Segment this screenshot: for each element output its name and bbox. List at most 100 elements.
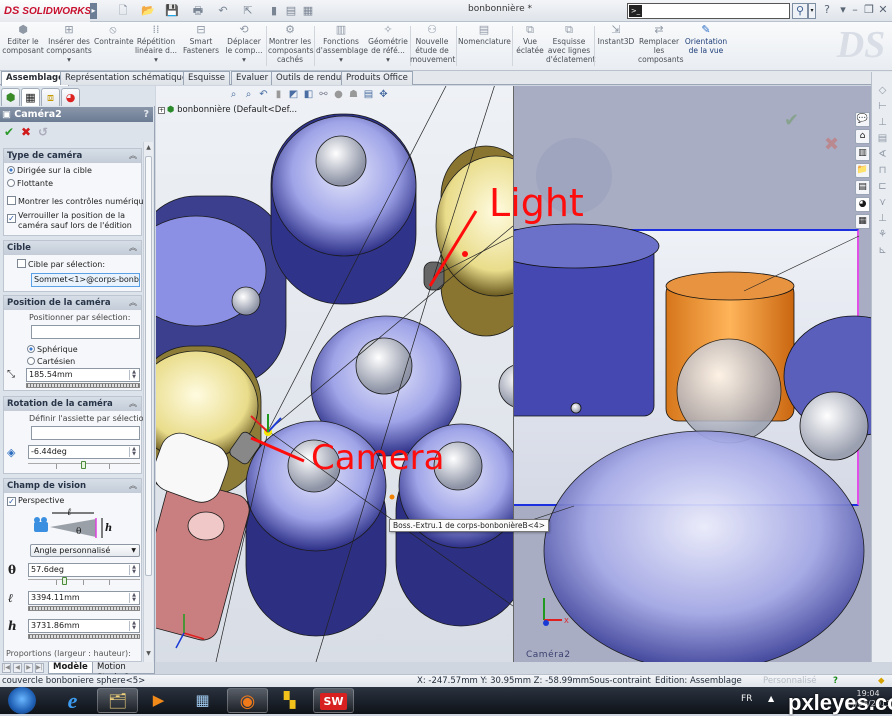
viewport-close-icon[interactable]: ✕ bbox=[850, 86, 860, 91]
radio-button[interactable] bbox=[7, 166, 15, 174]
taskbar-media-player[interactable]: ▶ bbox=[138, 688, 179, 713]
taskbar-yellow-app[interactable]: ▚ bbox=[269, 688, 310, 713]
tag-icon[interactable]: ◆ bbox=[878, 675, 885, 687]
radio-aimed-at-target[interactable]: Dirigée sur la cible bbox=[7, 166, 92, 176]
instant3d-button[interactable]: ⇲ Instant3D bbox=[596, 24, 636, 47]
replace-components-button[interactable]: ⇄ Remplacer les composants bbox=[638, 24, 683, 65]
feature-manager-tab-icon[interactable]: ⬢ bbox=[1, 88, 20, 106]
file-properties-icon[interactable]: ▤ bbox=[283, 3, 299, 19]
roll-selection-field[interactable] bbox=[31, 426, 140, 440]
group-header[interactable]: Champ de vision ︽ bbox=[4, 479, 141, 493]
zoom-to-area-icon[interactable]: ⌕ bbox=[243, 88, 254, 102]
prev-tab-icon[interactable]: ◀ bbox=[13, 663, 22, 673]
ok-button[interactable]: ✔ bbox=[4, 125, 14, 139]
group-header[interactable]: Position de la caméra ︽ bbox=[4, 296, 141, 310]
restore-icon[interactable]: ❐ bbox=[862, 3, 876, 17]
show-hidden-tray-icon[interactable]: ▲ bbox=[768, 694, 774, 703]
display-relations-icon[interactable]: ⚘ bbox=[876, 228, 889, 241]
camera-viewport[interactable]: X ✔ ✖ ◫ ◨ _ ❐ ✕ Caméra2 bbox=[513, 86, 871, 662]
tab-model[interactable]: Modèle bbox=[48, 662, 93, 674]
collapse-icon[interactable]: ︽ bbox=[129, 241, 137, 255]
edit-component-button[interactable]: ⬢ Editer le composant bbox=[2, 24, 44, 56]
file-explorer-icon[interactable]: 📁 bbox=[855, 163, 870, 178]
group-header[interactable]: Rotation de la caméra ︽ bbox=[4, 397, 141, 411]
tab-assemblage[interactable]: Assemblage bbox=[1, 71, 69, 86]
confirm-cancel-icon[interactable]: ✖ bbox=[824, 134, 839, 155]
hide-show-items-icon[interactable]: ⚯ bbox=[318, 88, 329, 102]
bom-button[interactable]: ▤ Nomenclature bbox=[458, 24, 511, 47]
slider-knob[interactable] bbox=[81, 461, 86, 469]
undo-icon[interactable]: ↶ bbox=[215, 3, 231, 19]
theta-slider[interactable] bbox=[28, 577, 140, 586]
h-height-field[interactable]: 3731.86mm ▲ ▼ bbox=[28, 619, 140, 633]
feature-tree-root[interactable]: + ⬢ bonbonnière (Default<Def... bbox=[158, 105, 297, 115]
start-button[interactable] bbox=[8, 687, 36, 714]
show-hidden-components-button[interactable]: ⚙ Montrer les composants cachés bbox=[268, 24, 313, 65]
view-orientation-button[interactable]: ✎ Orientation de la vue bbox=[684, 24, 728, 56]
zoom-to-fit-icon[interactable]: ⌕ bbox=[228, 88, 239, 102]
search-dropdown[interactable]: ▾ bbox=[808, 3, 816, 19]
insert-components-button[interactable]: ⊞ Insérer des composants ▾ bbox=[46, 24, 92, 65]
group-header[interactable]: Cible ︽ bbox=[4, 241, 141, 255]
checkbox[interactable] bbox=[17, 259, 26, 268]
new-motion-study-button[interactable]: ⚇ Nouvelle étude de mouvement bbox=[410, 24, 455, 65]
assembly-features-button[interactable]: ▥ Fonctions d'assemblage ▾ bbox=[316, 24, 368, 65]
checkbox-lock-camera-position[interactable]: ✓ Verrouiller la position de la caméra sa… bbox=[7, 211, 137, 231]
checkbox[interactable]: ✓ bbox=[7, 497, 16, 506]
smart-fasteners-button[interactable]: ⊟ Smart Fasteners bbox=[182, 24, 220, 56]
configuration-manager-tab-icon[interactable]: ⧈ bbox=[41, 88, 60, 106]
cancel-button[interactable]: ✖ bbox=[21, 125, 31, 139]
expand-icon[interactable]: + bbox=[158, 107, 165, 114]
move-icon[interactable]: ✥ bbox=[378, 88, 389, 102]
tab-produits-office[interactable]: Produits Office bbox=[341, 71, 413, 85]
split-horizontal-icon[interactable]: ◫ bbox=[790, 86, 800, 91]
tab-representation-schematique[interactable]: Représentation schématique bbox=[60, 71, 193, 85]
collapse-icon[interactable]: ︽ bbox=[129, 479, 137, 493]
checkbox-target-by-selection[interactable]: Cible par sélection: bbox=[17, 259, 105, 270]
checkbox-perspective[interactable]: ✓ Perspective bbox=[7, 496, 64, 506]
slider-knob[interactable] bbox=[61, 577, 67, 585]
view-palette-icon[interactable]: ▤ bbox=[855, 180, 870, 195]
first-tab-icon[interactable]: |◀ bbox=[2, 663, 11, 673]
taskbar-file-explorer[interactable]: 🗂 bbox=[97, 688, 138, 713]
apply-scene-icon[interactable]: ☗ bbox=[348, 88, 359, 102]
mate-button[interactable]: ⦸ Contrainte bbox=[94, 24, 134, 47]
custom-properties-icon[interactable]: ▦ bbox=[855, 214, 870, 229]
linear-pattern-button[interactable]: ⁞⁞ Répétition linéaire d... ▾ bbox=[134, 24, 178, 65]
radio-button[interactable] bbox=[27, 345, 35, 353]
select-icon[interactable]: ⇱ bbox=[240, 3, 256, 19]
radio-cartesian[interactable]: Cartésien bbox=[27, 357, 75, 367]
property-manager-tab-icon[interactable]: ▦ bbox=[21, 88, 40, 106]
theta-field[interactable]: 57.6deg ▲ ▼ bbox=[28, 563, 140, 577]
scroll-up-icon[interactable]: ▲ bbox=[145, 144, 152, 152]
spin-buttons[interactable]: ▲ ▼ bbox=[129, 565, 138, 575]
edit-appearance-icon[interactable]: ● bbox=[333, 88, 344, 102]
smart-dimension-icon[interactable]: ◇ bbox=[876, 84, 889, 97]
home-icon[interactable]: ⌂ bbox=[855, 129, 870, 144]
reference-geometry-button[interactable]: ✧ Géométrie de réfé... ▾ bbox=[368, 24, 408, 65]
group-header[interactable]: Type de caméra ︽ bbox=[4, 149, 141, 163]
target-selection-field[interactable]: Sommet<1>@corps-bonbonièr bbox=[31, 273, 140, 287]
help-icon[interactable]: ? bbox=[143, 107, 149, 122]
section-view-icon[interactable]: ▮ bbox=[273, 88, 284, 102]
help-icon[interactable]: ? bbox=[820, 3, 834, 17]
checkbox[interactable] bbox=[7, 196, 16, 205]
h-thumbwheel[interactable] bbox=[28, 634, 140, 639]
solidworks-logo[interactable]: DS SOLIDWORKS bbox=[0, 0, 91, 22]
open-icon[interactable]: 📂 bbox=[140, 3, 156, 19]
view-orientation-icon[interactable]: ◩ bbox=[288, 88, 299, 102]
distance-field[interactable]: 185.54mm ▲ ▼ bbox=[26, 368, 140, 382]
horizontal-dimension-icon[interactable]: ⊢ bbox=[876, 100, 889, 113]
roll-slider[interactable] bbox=[28, 461, 140, 470]
save-icon[interactable]: 💾 bbox=[164, 3, 180, 19]
angle-preset-select[interactable]: Angle personnalisé ▼ bbox=[30, 544, 140, 557]
taskbar-firefox[interactable]: ◉ bbox=[227, 688, 268, 713]
taskbar-internet-explorer[interactable]: e bbox=[52, 688, 93, 713]
language-indicator[interactable]: FR bbox=[741, 694, 752, 704]
view-settings-icon[interactable]: ▤ bbox=[363, 88, 374, 102]
scroll-down-icon[interactable]: ▼ bbox=[145, 650, 152, 658]
collapse-icon[interactable]: ︽ bbox=[129, 296, 137, 310]
next-tab-icon[interactable]: ▶ bbox=[24, 663, 33, 673]
minimize-icon[interactable]: – bbox=[848, 3, 862, 17]
graphics-area[interactable]: ⌕ ⌕ ↶ ▮ ◩ ◧ ⚯ ● ☗ ▤ ✥ + ⬢ bonbonnière (De… bbox=[156, 86, 871, 662]
